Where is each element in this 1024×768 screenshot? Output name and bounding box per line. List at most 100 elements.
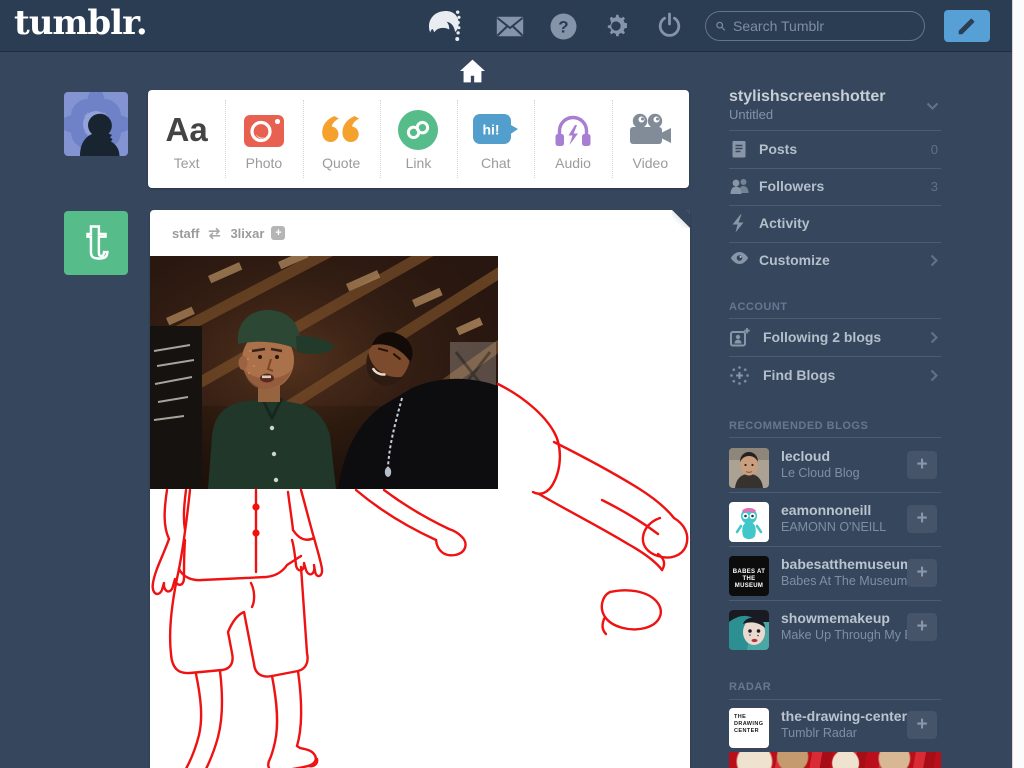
- blog-name[interactable]: eamonnoneill: [781, 502, 907, 518]
- blog-avatar-the-drawing-center[interactable]: THE DRAWING CENTER: [729, 708, 769, 748]
- blog-name[interactable]: babesatthemuseum: [781, 556, 907, 572]
- sidebar-item-find-blogs[interactable]: Find Blogs: [729, 357, 941, 394]
- sidebar-item-posts[interactable]: Posts 0: [729, 131, 941, 168]
- following-contact-icon: [730, 328, 750, 353]
- video-camera-icon: [630, 113, 672, 144]
- recommended-blog-row: lecloud Le Cloud Blog +: [729, 438, 941, 492]
- photo-two-men: [150, 256, 498, 489]
- post-author[interactable]: staff: [172, 226, 199, 241]
- radar-post-image[interactable]: [729, 752, 941, 768]
- power-icon[interactable]: [654, 0, 684, 52]
- search-icon: [716, 21, 725, 31]
- mail-icon[interactable]: [494, 0, 526, 52]
- blog-description: Make Up Through My E: [781, 628, 907, 642]
- post-source-blog[interactable]: 3lixar: [230, 226, 264, 241]
- blog-description: Tumblr Radar: [781, 726, 857, 740]
- chevron-down-icon[interactable]: [926, 98, 939, 116]
- right-sidebar: stylishscreenshotter Untitled Posts 0 Fo…: [729, 0, 941, 768]
- hi-glyph: hi!: [483, 122, 500, 138]
- sidebar-username[interactable]: stylishscreenshotter: [729, 88, 886, 106]
- dogear-fold: [672, 210, 690, 228]
- text-aa-icon: Aa: [165, 111, 208, 148]
- create-text-button[interactable]: Aa Text: [148, 90, 225, 188]
- create-item-label: Photo: [245, 155, 283, 171]
- blog-name[interactable]: the-drawing-center: [781, 708, 907, 724]
- follow-blog-button[interactable]: +: [907, 451, 937, 479]
- radar-blog-row: THE DRAWING CENTER the-drawing-center Tu…: [729, 698, 941, 752]
- tumblr-dashboard: tumblr. ? Search Tumblr t Aa Text Photo …: [0, 0, 1024, 768]
- follow-blog-button[interactable]: +: [907, 559, 937, 587]
- section-header-recommended: RECOMMENDED BLOGS: [729, 420, 869, 432]
- blog-name[interactable]: lecloud: [781, 448, 907, 464]
- follow-blog-button[interactable]: +: [907, 613, 937, 641]
- sidebar-item-label: Customize: [759, 252, 830, 268]
- blog-avatar-showmemakeup[interactable]: [729, 610, 769, 650]
- search-input[interactable]: [733, 18, 914, 34]
- posts-icon: [730, 140, 748, 164]
- blog-description: EAMONN O'NEILL: [781, 520, 887, 534]
- blog-avatar-eamonnoneill[interactable]: [729, 502, 769, 542]
- explore-starburst-icon: [730, 366, 749, 390]
- recommended-blog-row: eamonnoneill EAMONN O'NEILL +: [729, 492, 941, 546]
- sidebar-item-count: 0: [930, 142, 938, 157]
- create-item-label: Video: [632, 155, 669, 171]
- sidebar-item-followers[interactable]: Followers 3: [729, 168, 941, 205]
- headphones-icon: [555, 115, 591, 146]
- staff-avatar[interactable]: t: [64, 211, 128, 275]
- sidebar-item-label: Posts: [759, 141, 798, 157]
- chevron-right-icon: [930, 254, 939, 272]
- help-icon[interactable]: ?: [548, 0, 578, 52]
- create-item-label: Audio: [555, 155, 591, 171]
- create-item-label: Link: [405, 155, 432, 171]
- post-image[interactable]: [150, 256, 690, 768]
- quote-icon: [322, 116, 360, 142]
- follow-source-button[interactable]: +: [271, 226, 286, 240]
- sidebar-blog-title: Untitled: [729, 107, 774, 122]
- sidebar-item-activity[interactable]: Activity: [729, 205, 941, 242]
- follow-blog-button[interactable]: +: [907, 711, 937, 739]
- gear-icon[interactable]: [601, 0, 631, 52]
- post-header: staff 3lixar +: [150, 210, 690, 256]
- blog-avatar-lecloud[interactable]: [729, 448, 769, 488]
- blog-name[interactable]: showmemakeup: [781, 610, 907, 626]
- lightning-icon: [730, 214, 746, 238]
- blog-avatar-babesatthemuseum[interactable]: BABES AT THE MUSEUM: [729, 556, 769, 596]
- create-item-label: Text: [173, 155, 200, 171]
- account-avatar-icon[interactable]: [423, 0, 463, 52]
- create-item-label: Chat: [480, 155, 511, 171]
- create-video-button[interactable]: Video: [611, 90, 689, 188]
- eye-icon: [730, 251, 749, 270]
- create-item-label: Quote: [322, 155, 361, 171]
- home-icon[interactable]: [459, 57, 486, 90]
- create-photo-button[interactable]: Photo: [225, 90, 302, 188]
- tumblr-logo[interactable]: tumblr.: [14, 3, 148, 43]
- create-audio-button[interactable]: Audio: [534, 90, 611, 188]
- create-quote-button[interactable]: Quote: [302, 90, 380, 188]
- create-link-button[interactable]: Link: [379, 90, 457, 188]
- chat-bubble-icon: hi!: [473, 114, 519, 144]
- create-post-bar: Aa Text Photo Quote Link hi! Chat Audio …: [148, 90, 689, 188]
- sidebar-item-label: Followers: [759, 178, 825, 194]
- follow-blog-button[interactable]: +: [907, 505, 937, 533]
- user-avatar[interactable]: [64, 92, 128, 156]
- section-header-account: ACCOUNT: [729, 301, 788, 313]
- sidebar-item-customize[interactable]: Customize: [729, 242, 941, 279]
- create-chat-button[interactable]: hi! Chat: [457, 90, 534, 188]
- sidebar-item-count: 3: [930, 179, 938, 194]
- tumblr-t-glyph: t: [86, 215, 108, 269]
- camera-icon: [243, 115, 284, 147]
- compose-button[interactable]: [944, 10, 990, 42]
- chevron-right-icon: [930, 331, 939, 349]
- post-card: staff 3lixar +: [150, 210, 690, 768]
- link-icon: [398, 110, 439, 150]
- sidebar-item-following[interactable]: Following 2 blogs: [729, 319, 941, 356]
- sidebar-item-label: Following 2 blogs: [763, 329, 882, 345]
- scrollbar[interactable]: [1012, 0, 1024, 768]
- chevron-right-icon: [930, 369, 939, 387]
- sidebar-item-label: Find Blogs: [763, 367, 836, 383]
- recommended-blog-row: showmemakeup Make Up Through My E +: [729, 600, 941, 654]
- top-navbar: tumblr. ?: [0, 0, 1024, 52]
- search-bar[interactable]: [705, 11, 925, 41]
- blog-description: Le Cloud Blog: [781, 466, 860, 480]
- section-header-radar: RADAR: [729, 681, 772, 693]
